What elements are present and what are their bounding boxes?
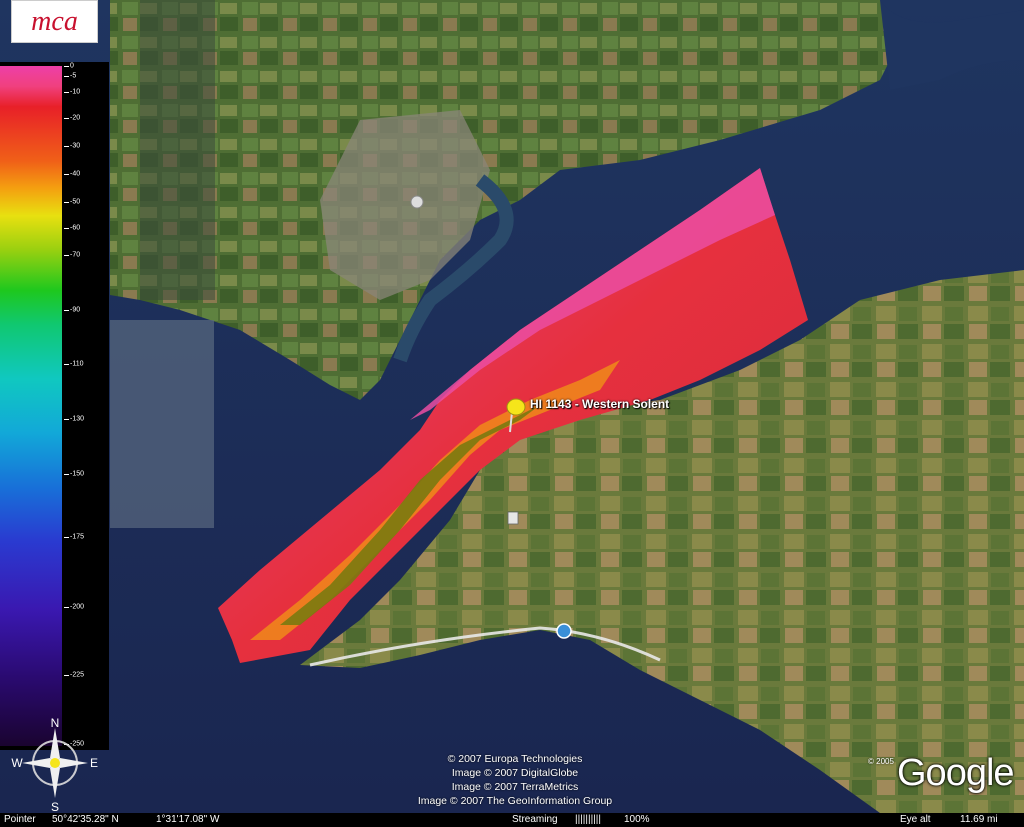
- pointer-label: Pointer: [4, 814, 36, 825]
- legend-tick-label: -30: [70, 142, 81, 150]
- legend-tick-label: -175: [70, 533, 85, 541]
- credit-line: Image © 2007 The GeoInformation Group: [417, 795, 613, 807]
- legend-tick-label: -130: [70, 415, 85, 423]
- imagery-credits: © 2007 Europa Technologies Image © 2007 …: [380, 752, 650, 808]
- pointer-latitude: 50°42'35.28" N: [52, 814, 119, 825]
- legend-tick-label: -60: [70, 224, 81, 232]
- satellite-map[interactable]: [0, 0, 1024, 813]
- map-marker-icon[interactable]: [556, 623, 572, 639]
- map-marker-icon[interactable]: [410, 195, 424, 209]
- legend-tick-mark: [64, 675, 69, 676]
- compass-n-label: N: [51, 718, 60, 730]
- legend-tick-mark: [64, 607, 69, 608]
- legend-tick-mark: [64, 146, 69, 147]
- legend-tick-mark: [64, 474, 69, 475]
- compass-e-label: E: [90, 756, 98, 770]
- legend-tick-label: -40: [70, 170, 81, 178]
- compass-w-label: W: [11, 756, 23, 770]
- imagery-patch-strip: [140, 0, 215, 300]
- legend-tick-label: -110: [70, 360, 84, 368]
- status-bar: Pointer 50°42'35.28" N 1°31'17.08" W Str…: [0, 813, 1024, 827]
- eye-alt-label: Eye alt: [900, 814, 931, 825]
- legend-tick-mark: [64, 202, 69, 203]
- legend-tick-mark: [64, 66, 69, 67]
- logo-text: mca: [31, 6, 78, 37]
- legend-tick-label: -225: [70, 671, 85, 679]
- legend-tick-mark: [64, 419, 69, 420]
- legend-tick-label: -10: [70, 88, 81, 96]
- legend-tick-label: -200: [70, 603, 85, 611]
- depth-legend: 0 -5 -10 -20 -30 -40 -50 -60 -70 -90 -110 -130 -150 -…: [0, 62, 109, 750]
- legend-tick-mark: [64, 118, 69, 119]
- mca-logo: mca: [11, 0, 98, 43]
- legend-tick-mark: [64, 174, 69, 175]
- credit-line: Image © 2007 TerraMetrics: [451, 781, 579, 793]
- placemark-label[interactable]: HI 1143 - Western Solent: [530, 397, 669, 411]
- compass-s-label: S: [51, 800, 59, 813]
- legend-tick-mark: [64, 310, 69, 311]
- pointer-longitude: 1°31'17.08" W: [156, 814, 220, 825]
- legend-tick-label: -150: [70, 470, 85, 478]
- legend-tick-mark: [64, 364, 69, 365]
- legend-tick-label: -50: [70, 198, 81, 206]
- depth-color-bar: [0, 66, 62, 746]
- eye-alt-value: 11.69 mi: [960, 814, 998, 825]
- legend-tick-label: -5: [70, 72, 77, 80]
- legend-tick-mark: [64, 76, 69, 77]
- compass-icon[interactable]: N S W E: [8, 718, 102, 813]
- imagery-patch-left: [110, 320, 214, 528]
- legend-tick-mark: [64, 537, 69, 538]
- credit-line: Image © 2007 DigitalGlobe: [451, 767, 579, 779]
- legend-tick-label: -20: [70, 114, 81, 122]
- streaming-bars: ||||||||||: [575, 814, 601, 825]
- credit-line: © 2007 Europa Technologies: [447, 753, 583, 765]
- google-logo: Google: [897, 752, 1015, 794]
- streaming-percent: 100%: [624, 814, 650, 825]
- legend-tick-mark: [64, 255, 69, 256]
- streaming-label: Streaming: [512, 814, 558, 825]
- map-marker-icon[interactable]: [507, 511, 519, 525]
- legend-tick-label: -70: [70, 251, 81, 259]
- legend-tick-label: -90: [70, 306, 81, 314]
- google-copyright-year: © 2005: [868, 757, 894, 766]
- legend-tick-label: 0: [70, 62, 74, 70]
- legend-tick-mark: [64, 92, 69, 93]
- legend-tick-mark: [64, 228, 69, 229]
